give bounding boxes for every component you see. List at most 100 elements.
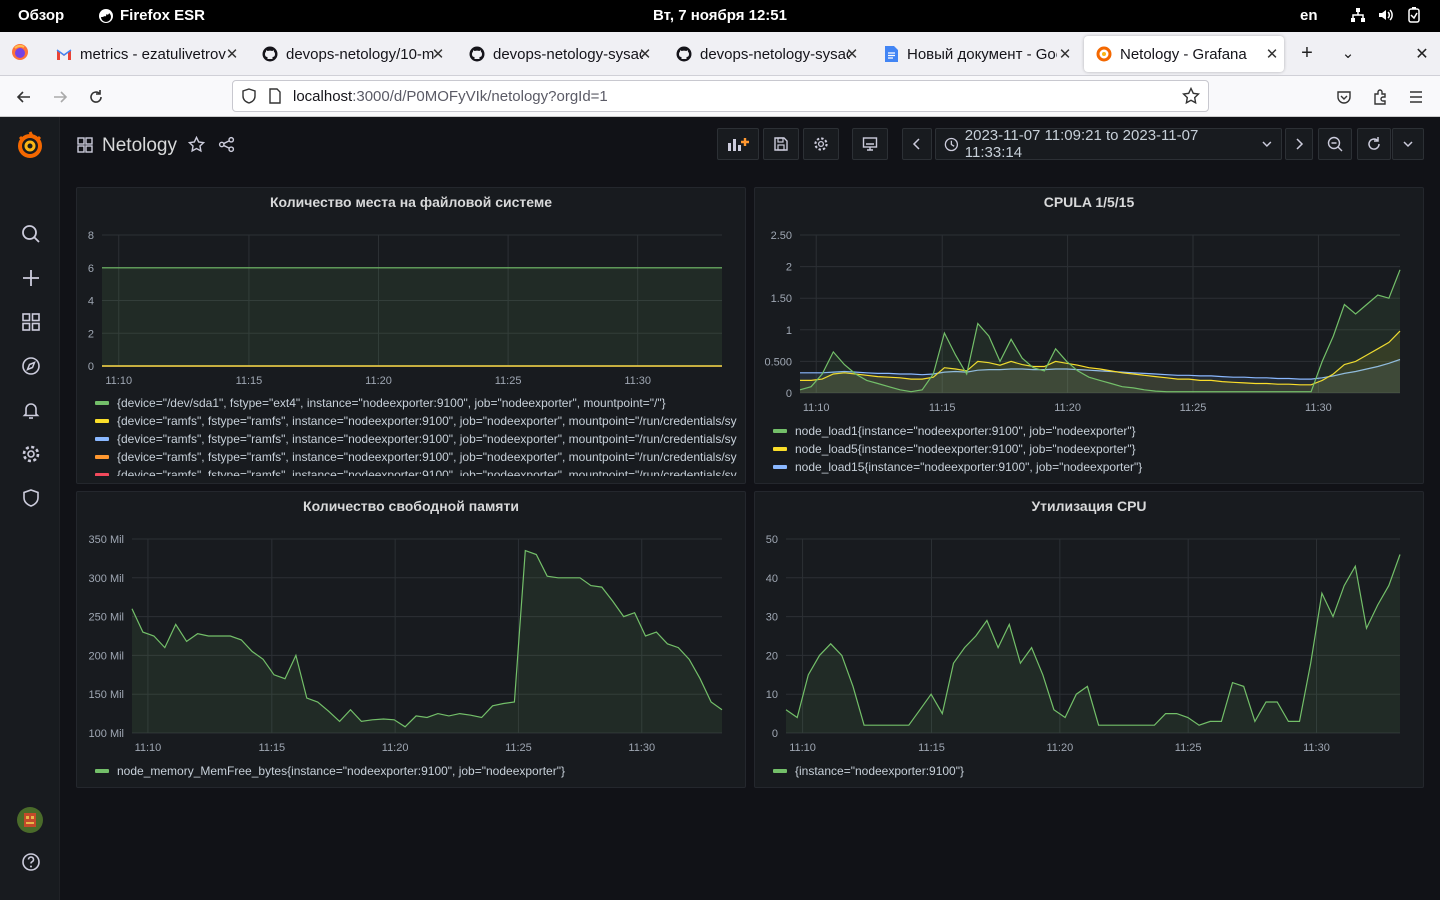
refresh-button[interactable] bbox=[1357, 128, 1391, 160]
legend-label: node_load1{instance="nodeexporter:9100",… bbox=[795, 424, 1136, 438]
panel-title[interactable]: Утилизация CPU bbox=[755, 498, 1423, 514]
dashboards-grid-icon[interactable] bbox=[77, 137, 93, 158]
time-range-back-button[interactable] bbox=[902, 128, 932, 160]
list-all-tabs-chevron-icon[interactable]: ⌄ bbox=[1336, 44, 1360, 62]
legend-item[interactable]: node_load5{instance="nodeexporter:9100",… bbox=[773, 440, 1417, 458]
legend-item[interactable]: node_load15{instance="nodeexporter:9100"… bbox=[773, 458, 1417, 476]
keyboard-layout-indicator[interactable]: en bbox=[1300, 7, 1318, 24]
firefox-view-button[interactable] bbox=[8, 42, 32, 68]
reload-button[interactable] bbox=[84, 85, 108, 109]
legend-label: node_memory_MemFree_bytes{instance="node… bbox=[117, 764, 565, 778]
panel-cpu-load-average[interactable]: 0 0.500 1 1.50 2 2.50 11:10 11:15 11:20 11:25 11:3… bbox=[754, 187, 1424, 484]
tab-devops-netology-sysadm-2[interactable]: devops-netology-sysac ✕ bbox=[664, 36, 864, 72]
x-tick-label: 11:20 bbox=[1054, 402, 1081, 414]
y-tick-label: 1.50 bbox=[771, 293, 792, 305]
grafana-logo-icon[interactable] bbox=[14, 129, 46, 161]
chart-plot: 0 10 20 30 40 50 11:10 11:15 11:20 11:25 11:30 bbox=[766, 534, 1401, 754]
hamburger-icon bbox=[1410, 91, 1422, 103]
tab-label: Netology - Grafana bbox=[1120, 45, 1247, 63]
url-text[interactable]: localhost:3000/d/P0MOFyVIk/netology?orgI… bbox=[293, 88, 608, 105]
x-tick-label: 11:20 bbox=[1046, 742, 1073, 754]
add-panel-icon bbox=[728, 138, 749, 151]
back-button[interactable] bbox=[12, 85, 36, 109]
volume-icon bbox=[1378, 6, 1394, 24]
dashboard-title[interactable]: Netology bbox=[102, 135, 177, 157]
menu-button[interactable] bbox=[1404, 85, 1428, 109]
legend-label: {device="ramfs", fstype="ramfs", instanc… bbox=[117, 450, 737, 464]
save-dashboard-button[interactable] bbox=[763, 128, 799, 160]
tab-devops-netology-10[interactable]: devops-netology/10-m ✕ bbox=[250, 36, 450, 72]
legend-swatch bbox=[95, 455, 109, 459]
chevron-down-icon bbox=[1403, 141, 1413, 148]
panel-free-memory[interactable]: 100 Mil 150 Mil 200 Mil 250 Mil 300 Mil 350 M… bbox=[76, 491, 746, 788]
legend-item[interactable]: {device="ramfs", fstype="ramfs", instanc… bbox=[95, 430, 739, 448]
panel-title[interactable]: Количество свободной памяти bbox=[77, 498, 745, 514]
configuration-gear-icon[interactable] bbox=[19, 442, 43, 466]
shield-icon[interactable] bbox=[241, 88, 257, 109]
page-info-icon[interactable] bbox=[267, 88, 283, 109]
search-icon[interactable] bbox=[19, 222, 43, 246]
tab-metrics[interactable]: metrics - ezatulivetrov ✕ bbox=[44, 36, 244, 72]
network-icon bbox=[1350, 6, 1366, 24]
panel-title[interactable]: Количество места на файловой системе bbox=[77, 194, 745, 210]
legend-item[interactable]: {device="/dev/sda1", fstype="ext4", inst… bbox=[95, 394, 739, 412]
tab-grafana[interactable]: Netology - Grafana ✕ bbox=[1084, 36, 1284, 72]
clock-icon bbox=[944, 137, 959, 151]
star-dashboard-icon[interactable] bbox=[187, 135, 206, 158]
forward-button[interactable] bbox=[48, 85, 72, 109]
refresh-interval-dropdown[interactable] bbox=[1392, 128, 1424, 160]
legend-item[interactable]: node_memory_MemFree_bytes{instance="node… bbox=[95, 762, 739, 780]
panel-title[interactable]: CPULA 1/5/15 bbox=[755, 194, 1423, 210]
dashboards-apps-icon[interactable] bbox=[19, 310, 43, 334]
close-tab-icon[interactable]: ✕ bbox=[1264, 45, 1280, 63]
save-icon bbox=[774, 137, 788, 151]
bookmark-star-icon[interactable] bbox=[1181, 86, 1201, 110]
create-plus-icon[interactable] bbox=[19, 266, 43, 290]
tab-google-doc[interactable]: Новый документ - Goo ✕ bbox=[871, 36, 1077, 72]
app-name-label: Firefox ESR bbox=[120, 7, 206, 24]
time-range-forward-button[interactable] bbox=[1285, 128, 1313, 160]
legend-label: {device="ramfs", fstype="ramfs", instanc… bbox=[117, 432, 737, 446]
y-tick-label: 100 Mil bbox=[89, 728, 124, 740]
alerting-bell-icon[interactable] bbox=[19, 398, 43, 422]
panel-filesystem-space[interactable]: 0 2 4 6 8 11:10 11:15 11:20 11:25 11:30 Количество… bbox=[76, 187, 746, 484]
url-bar[interactable]: localhost:3000/d/P0MOFyVIk/netology?orgI… bbox=[232, 80, 1209, 112]
close-tab-icon[interactable]: ✕ bbox=[1057, 45, 1073, 63]
server-admin-shield-icon[interactable] bbox=[19, 486, 43, 510]
extensions-button[interactable] bbox=[1368, 85, 1392, 109]
time-range-label: 2023-11-07 11:09:21 to 2023-11-07 11:33:… bbox=[964, 127, 1199, 161]
legend-item[interactable]: {device="ramfs", fstype="ramfs", instanc… bbox=[95, 448, 739, 466]
chevron-right-icon bbox=[1296, 138, 1304, 150]
tab-devops-netology-sysadm-1[interactable]: devops-netology-sysac ✕ bbox=[457, 36, 657, 72]
explore-compass-icon[interactable] bbox=[19, 354, 43, 378]
legend-label: node_load15{instance="nodeexporter:9100"… bbox=[795, 460, 1143, 474]
legend-item[interactable]: {instance="nodeexporter:9100"} bbox=[773, 762, 1417, 780]
legend-item[interactable]: {device="ramfs", fstype="ramfs", instanc… bbox=[95, 466, 739, 476]
close-tab-icon[interactable]: ✕ bbox=[637, 45, 653, 63]
clock[interactable]: Вт, 7 ноября 12:51 bbox=[0, 7, 1440, 24]
add-panel-button[interactable] bbox=[717, 128, 759, 160]
time-range-picker[interactable]: 2023-11-07 11:09:21 to 2023-11-07 11:33:… bbox=[935, 127, 1282, 161]
x-tick-label: 11:30 bbox=[1303, 742, 1330, 754]
activities-overview-button[interactable]: Обзор bbox=[18, 7, 64, 24]
new-tab-button[interactable]: + bbox=[1295, 42, 1319, 65]
zoom-out-button[interactable] bbox=[1318, 128, 1352, 160]
legend-item[interactable]: node_load1{instance="nodeexporter:9100",… bbox=[773, 422, 1417, 440]
close-window-icon[interactable]: ✕ bbox=[1410, 44, 1434, 64]
pocket-button[interactable] bbox=[1332, 85, 1356, 109]
puzzle-icon bbox=[1374, 89, 1386, 105]
app-menu-button[interactable]: Firefox ESR bbox=[98, 7, 205, 24]
close-tab-icon[interactable]: ✕ bbox=[224, 45, 240, 63]
share-dashboard-icon[interactable] bbox=[218, 136, 235, 158]
help-question-icon[interactable] bbox=[19, 850, 43, 874]
system-status-area[interactable] bbox=[1350, 6, 1422, 24]
y-tick-label: 0.500 bbox=[764, 356, 792, 368]
close-tab-icon[interactable]: ✕ bbox=[844, 45, 860, 63]
cycle-view-mode-button[interactable] bbox=[852, 128, 888, 160]
panel-cpu-utilization[interactable]: 0 10 20 30 40 50 11:10 11:15 11:20 11:25 11:30 Утил… bbox=[754, 491, 1424, 788]
legend-item[interactable]: {device="ramfs", fstype="ramfs", instanc… bbox=[95, 412, 739, 430]
user-avatar-icon[interactable] bbox=[16, 806, 44, 834]
y-tick-label: 2 bbox=[786, 262, 792, 274]
dashboard-settings-button[interactable] bbox=[803, 128, 839, 160]
close-tab-icon[interactable]: ✕ bbox=[430, 45, 446, 63]
